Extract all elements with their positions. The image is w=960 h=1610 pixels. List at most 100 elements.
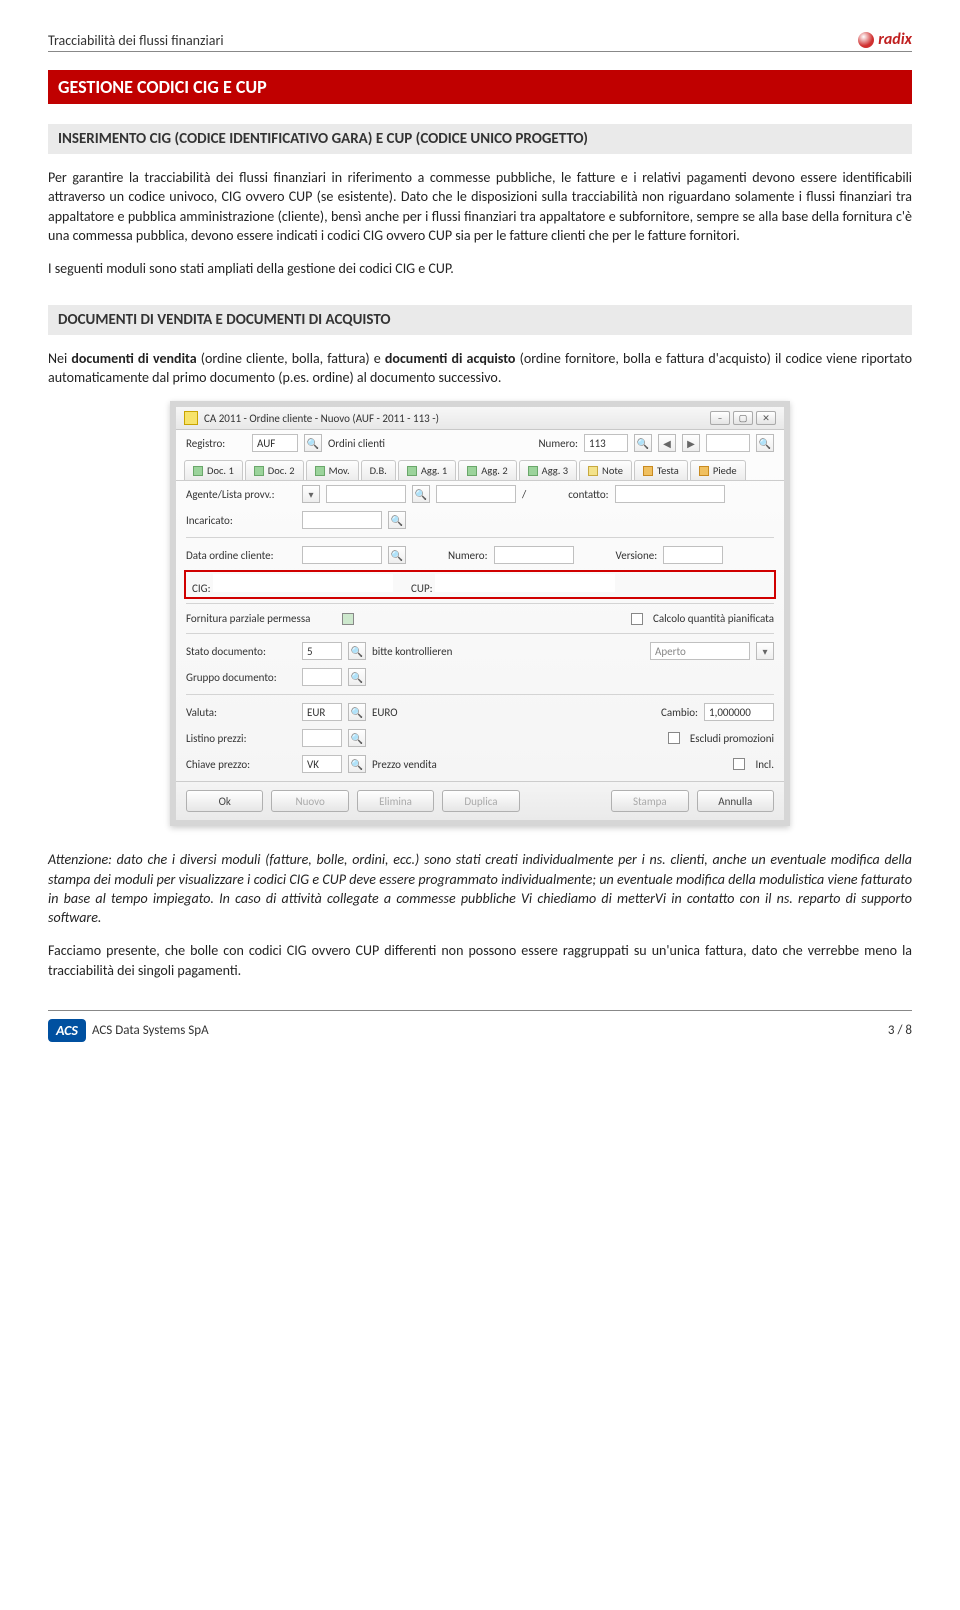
section-heading-main: GESTIONE CODICI CIG E CUP [48, 70, 912, 104]
tab-db[interactable]: D.B. [361, 460, 396, 480]
tab-doc2[interactable]: Doc. 2 [245, 460, 304, 480]
input-stato[interactable]: 5 [302, 642, 342, 660]
input-chiave[interactable]: VK [302, 755, 342, 773]
paragraph-documents: Nei documenti di vendita (ordine cliente… [48, 349, 912, 388]
tab-strip: Doc. 1 Doc. 2 Mov. D.B. Agg. 1 Agg. 2 Ag… [176, 456, 784, 481]
ok-button[interactable]: Ok [186, 790, 263, 812]
annulla-button[interactable]: Annulla [697, 790, 774, 812]
duplica-button[interactable]: Duplica [442, 790, 519, 812]
window-controls: – ▢ ✕ [710, 411, 776, 425]
label-escludi: Escludi promozioni [690, 732, 774, 745]
input-cambio[interactable]: 1,000000 [704, 703, 774, 721]
input-aperto[interactable]: Aperto [650, 642, 750, 660]
tab-testa[interactable]: Testa [634, 460, 688, 480]
input-cig[interactable] [213, 574, 393, 592]
row-agente: Agente/Lista provv.: ▾ 🔍 / contatto: [176, 481, 784, 507]
input-agente[interactable] [326, 485, 406, 503]
label-numero2: Numero: [448, 549, 488, 562]
nuovo-button[interactable]: Nuovo [271, 790, 348, 812]
chiave-desc: Prezzo vendita [372, 758, 437, 771]
label-data-ordine: Data ordine cliente: [186, 549, 296, 562]
label-cambio: Cambio: [661, 706, 698, 719]
input-versione[interactable] [663, 546, 723, 564]
label-incaricato: Incaricato: [186, 514, 296, 527]
row-data-ordine: Data ordine cliente: 🔍 Numero: Versione: [176, 542, 784, 568]
lookup-icon[interactable]: 🔍 [388, 511, 406, 529]
input-extra[interactable] [706, 434, 750, 452]
input-valuta[interactable]: EUR [302, 703, 342, 721]
tab-agg1[interactable]: Agg. 1 [398, 460, 456, 480]
input-listino[interactable] [302, 729, 342, 747]
stampa-button[interactable]: Stampa [611, 790, 688, 812]
footer-logo: ACS ACS Data Systems SpA [48, 1019, 209, 1042]
label-contatto: contatto: [568, 488, 608, 501]
label-gruppo: Gruppo documento: [186, 671, 296, 684]
input-numero2[interactable] [494, 546, 574, 564]
tab-icon [588, 466, 598, 476]
dropdown-icon[interactable]: ▾ [756, 642, 774, 660]
row-gruppo: Gruppo documento: 🔍 [176, 664, 784, 690]
label-valuta: Valuta: [186, 706, 296, 719]
input-numero[interactable]: 113 [584, 434, 628, 452]
footer-company: ACS Data Systems SpA [92, 1023, 209, 1038]
input-cup[interactable] [435, 574, 615, 592]
page-footer: ACS ACS Data Systems SpA 3 / 8 [48, 1010, 912, 1042]
paragraph-attenzione: Attenzione: dato che i diversi moduli (f… [48, 850, 912, 927]
lookup-icon[interactable]: 🔍 [348, 755, 366, 773]
app-title: CA 2011 - Ordine cliente - Nuovo (AUF - … [204, 412, 439, 425]
minimize-button[interactable]: – [710, 411, 730, 425]
tab-doc1[interactable]: Doc. 1 [184, 460, 243, 480]
registro-desc: Ordini clienti [328, 437, 385, 450]
tab-note[interactable]: Note [579, 460, 632, 480]
row-listino: Listino prezzi: 🔍 Escludi promozioni [176, 725, 784, 751]
tab-icon [315, 466, 325, 476]
lookup-icon[interactable]: 🔍 [348, 729, 366, 747]
checkbox-escludi[interactable] [668, 732, 680, 744]
page-header: Tracciabilità dei flussi finanziari radi… [48, 30, 912, 52]
label-numero: Numero: [538, 437, 578, 450]
tab-mov[interactable]: Mov. [306, 460, 359, 480]
maximize-button[interactable]: ▢ [733, 411, 753, 425]
calendar-icon[interactable]: 🔍 [388, 546, 406, 564]
lookup-icon[interactable]: 🔍 [634, 434, 652, 452]
input-data-ordine[interactable] [302, 546, 382, 564]
input-gruppo[interactable] [302, 668, 342, 686]
checkbox-fornitura[interactable] [342, 613, 354, 625]
footer-page-number: 3 / 8 [888, 1023, 912, 1038]
row-valuta: Valuta: EUR 🔍 EURO Cambio: 1,000000 [176, 699, 784, 725]
cig-cup-highlight: CIG: CUP: [184, 570, 776, 599]
paragraph-intro: Per garantire la tracciabilità dei fluss… [48, 168, 912, 245]
checkbox-incl[interactable] [733, 758, 745, 770]
brand-icon [858, 32, 874, 48]
lookup-icon[interactable]: 🔍 [412, 485, 430, 503]
label-listino: Listino prezzi: [186, 732, 296, 745]
lookup-icon[interactable]: 🔍 [348, 668, 366, 686]
checkbox-calcolo[interactable] [631, 613, 643, 625]
row-stato: Stato documento: 5 🔍 bitte kontrollieren… [176, 638, 784, 664]
input-registro[interactable]: AUF [252, 434, 298, 452]
header-title: Tracciabilità dei flussi finanziari [48, 32, 224, 49]
lookup-icon[interactable]: 🔍 [348, 642, 366, 660]
close-button[interactable]: ✕ [756, 411, 776, 425]
lookup-icon[interactable]: 🔍 [348, 703, 366, 721]
paragraph-final: Facciamo presente, che bolle con codici … [48, 941, 912, 980]
input-contatto[interactable] [615, 485, 725, 503]
tab-piede[interactable]: Piede [690, 460, 746, 480]
lookup-icon[interactable]: 🔍 [304, 434, 322, 452]
input-incaricato[interactable] [302, 511, 382, 529]
input-agente2[interactable] [436, 485, 516, 503]
label-calcolo: Calcolo quantità pianificata [653, 612, 774, 625]
label-incl: Incl. [755, 758, 774, 771]
elimina-button[interactable]: Elimina [357, 790, 434, 812]
next-icon[interactable]: ▶ [682, 434, 700, 452]
app-window: CA 2011 - Ordine cliente - Nuovo (AUF - … [170, 401, 790, 826]
dropdown-icon[interactable]: ▾ [302, 485, 320, 503]
row-chiave: Chiave prezzo: VK 🔍 Prezzo vendita Incl. [176, 751, 784, 777]
label-cup: CUP: [411, 582, 433, 595]
tab-agg2[interactable]: Agg. 2 [458, 460, 516, 480]
tab-agg3[interactable]: Agg. 3 [519, 460, 577, 480]
stato-desc: bitte kontrollieren [372, 645, 452, 658]
prev-icon[interactable]: ◀ [658, 434, 676, 452]
paragraph-modules: I seguenti moduli sono stati ampliati de… [48, 259, 912, 278]
lookup-icon[interactable]: 🔍 [756, 434, 774, 452]
